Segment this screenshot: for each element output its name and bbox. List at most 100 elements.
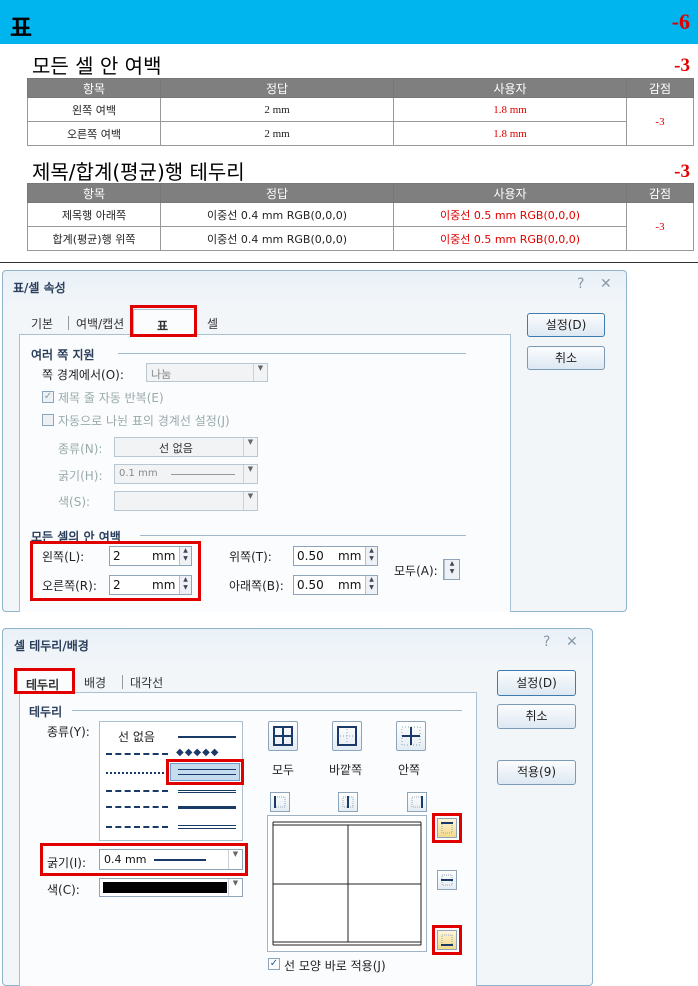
repeat-header-label: 제목 줄 자동 반복(E) (58, 391, 164, 405)
table-row: 제목행 아래쪽 이중선 0.4 mm RGB(0,0,0) 이중선 0.5 mm… (27, 202, 694, 251)
header-score: -6 (671, 9, 690, 34)
column-header: 감점 (626, 183, 694, 203)
ok-button[interactable]: 설정(D) (527, 313, 605, 337)
repeat-header-checkbox[interactable]: ✓ (42, 391, 54, 403)
border-group-title: 테두리 (29, 705, 63, 719)
chevron-down-icon: ▼ (243, 492, 257, 510)
color-label: 색(C): (47, 883, 80, 897)
help-icon[interactable]: ? (543, 634, 550, 650)
line-option-diamond[interactable]: ◆◆◆◆◆ (176, 747, 219, 758)
spinner-arrows-icon[interactable]: ▲ ▼ (444, 560, 459, 579)
bottom-padding-value: 0.50 (297, 578, 324, 592)
bottom-padding-input[interactable]: 0.50 mm ▲ ▼ (293, 575, 378, 595)
line-option-dash-dot-dot[interactable] (106, 806, 168, 808)
border-type-label: 종류(N): (58, 442, 103, 456)
group-divider (72, 710, 462, 711)
top-padding-value: 0.50 (297, 549, 324, 563)
column-header: 사용자 (393, 78, 627, 98)
user-line-spec: 0.5 mm RGB(0,0,0) (473, 232, 581, 246)
thickness-value: 0.1 mm (119, 468, 158, 479)
highlight-box (40, 843, 248, 876)
highlight-box (166, 759, 244, 785)
spinner-arrows-icon[interactable]: ▲ ▼ (365, 547, 377, 565)
border-preview[interactable] (267, 815, 427, 952)
line-option-long-dash[interactable] (106, 826, 168, 828)
bottom-padding-label: 아래쪽(B): (229, 579, 284, 593)
column-header: 사용자 (393, 183, 627, 203)
section-divider (0, 262, 698, 263)
column-header: 정답 (160, 183, 394, 203)
highlight-box (130, 305, 197, 337)
line-option-solid[interactable] (178, 736, 236, 738)
apply-immediately-checkbox[interactable]: ✓ (268, 958, 280, 970)
split-select[interactable]: 나눔 ▼ (146, 363, 268, 382)
spinner-arrows-icon[interactable]: ▲ ▼ (365, 576, 377, 594)
help-icon[interactable]: ? (577, 276, 584, 292)
column-header: 감점 (626, 78, 694, 98)
line-option-thick-double[interactable] (178, 790, 236, 793)
border-type-select[interactable]: 선 없음 ▼ (114, 437, 258, 457)
inner-borders-icon[interactable] (396, 721, 426, 751)
line-option-triple[interactable] (178, 825, 236, 829)
right-border-icon[interactable] (407, 792, 427, 812)
auto-border-checkbox[interactable] (42, 414, 54, 426)
table-row: 왼쪽 여백 2 mm 1.8 mm -3 (27, 97, 694, 146)
line-option-dotted[interactable] (106, 772, 168, 774)
color-select[interactable]: ▼ (114, 491, 258, 511)
user-cell: 1.8 mm (393, 97, 627, 122)
highlight-box (432, 925, 462, 955)
tab-margin-caption[interactable]: 여백/캡션 (76, 315, 124, 332)
tab-separator (68, 316, 69, 330)
user-line-type: 이중선 (439, 232, 471, 246)
column-header: 정답 (160, 78, 394, 98)
horizontal-center-border-icon[interactable] (437, 870, 457, 890)
table-header-row: 항목 정답 사용자 감점 (27, 183, 694, 203)
close-icon[interactable]: ✕ (600, 276, 612, 292)
color-swatch (103, 882, 227, 893)
line-option-thick[interactable] (178, 806, 236, 809)
apply-button[interactable]: 적용(9) (497, 760, 576, 785)
deduction-cell: -3 (626, 97, 694, 146)
close-icon[interactable]: ✕ (566, 634, 578, 650)
table-header-row: 항목 정답 사용자 감점 (27, 78, 694, 98)
tab-background[interactable]: 배경 (84, 674, 106, 691)
auto-border-label: 자동으로 나뉜 표의 경계선 설정(J) (58, 414, 230, 428)
line-option-dashed[interactable] (106, 753, 168, 755)
user-cell: 이중선 0.5 mm RGB(0,0,0) (393, 226, 627, 251)
color-label: 색(S): (58, 495, 91, 509)
border-type-value: 선 없음 (159, 442, 193, 455)
top-padding-input[interactable]: 0.50 mm ▲ ▼ (293, 546, 378, 566)
all-padding-spinner[interactable]: ▲ ▼ (443, 559, 460, 580)
answer-line-type: 이중선 (206, 208, 238, 222)
color-select[interactable]: ▼ (99, 878, 243, 897)
tab-cell[interactable]: 셀 (207, 315, 218, 332)
all-borders-icon[interactable] (268, 721, 298, 751)
user-cell: 이중선 0.5 mm RGB(0,0,0) (393, 202, 627, 227)
header-title: 표 (10, 13, 33, 42)
answer-cell: 2 mm (160, 97, 394, 122)
user-cell: 1.8 mm (393, 121, 627, 146)
margin-section-title: 모든 셀 안 여백 (32, 54, 162, 78)
apply-immediately-label: 선 모양 바로 적용(J) (284, 959, 386, 973)
left-border-icon[interactable] (270, 792, 290, 812)
thickness-select[interactable]: 0.1 mm ▼ (114, 464, 258, 484)
vertical-center-border-icon[interactable] (338, 792, 358, 812)
column-header: 항목 (27, 78, 161, 98)
line-option-none[interactable]: 선 없음 (118, 728, 155, 745)
group-divider (140, 535, 466, 536)
item-cell: 오른쪽 여백 (27, 121, 161, 146)
tab-diagonal[interactable]: 대각선 (130, 674, 163, 691)
cancel-button[interactable]: 취소 (497, 704, 576, 729)
highlight-box (30, 541, 201, 601)
cancel-button[interactable]: 취소 (527, 346, 605, 370)
dialog-title: 표/셀 속성 (13, 281, 66, 295)
outer-borders-icon[interactable] (332, 721, 362, 751)
table-row: 합계(평균)행 위쪽 이중선 0.4 mm RGB(0,0,0) 이중선 0.5… (27, 226, 694, 251)
tab-basic[interactable]: 기본 (31, 315, 53, 332)
ok-button[interactable]: 설정(D) (497, 670, 576, 696)
all-padding-label: 모두(A): (394, 564, 438, 578)
split-select-value: 나눔 (151, 368, 172, 381)
preset-all-label: 모두 (272, 763, 295, 777)
line-option-dash-dot[interactable] (106, 790, 168, 792)
item-cell: 왼쪽 여백 (27, 97, 161, 122)
